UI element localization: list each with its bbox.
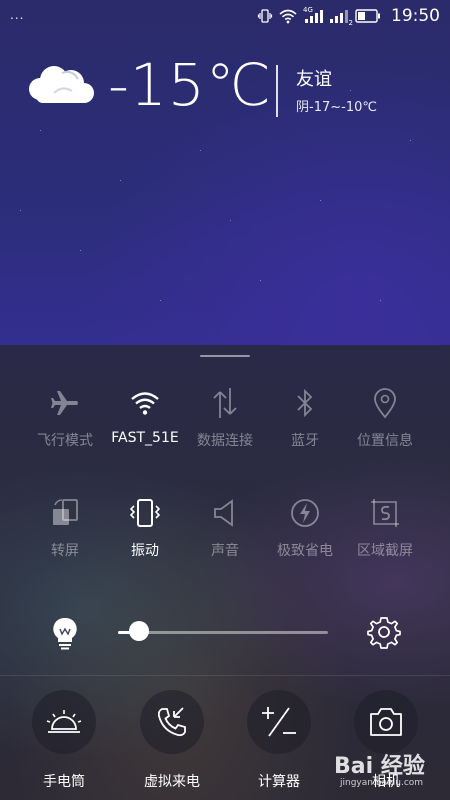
toggle-label: 飞行模式 (37, 433, 93, 449)
shortcut-flashlight[interactable]: 手电筒 (14, 690, 114, 800)
flashlight-icon (32, 690, 96, 754)
airplane-icon (20, 383, 110, 423)
status-bar: ... 4G 2 19:50 (0, 0, 450, 32)
toggle-airplane-mode[interactable]: 飞行模式 (20, 383, 110, 473)
watermark-text: Bai 经验 (334, 754, 425, 779)
shortcut-label: 虚拟来电 (144, 774, 200, 790)
section-divider (0, 675, 450, 676)
vibrate-icon (257, 8, 273, 24)
signal-sim2-icon: 2 (329, 8, 353, 27)
clock: 19:50 (391, 6, 440, 26)
bulb-icon[interactable] (49, 615, 81, 655)
brightness-row (0, 613, 450, 653)
drag-handle[interactable] (200, 355, 250, 357)
location-pin-icon (340, 383, 430, 423)
cloud-icon (24, 63, 96, 111)
fake-call-icon (140, 690, 204, 754)
bluetooth-icon (260, 383, 350, 423)
temperature: -15℃ (108, 51, 272, 119)
toggle-wifi[interactable]: FAST_51E (100, 383, 190, 473)
toggle-label: 位置信息 (357, 433, 413, 449)
shortcut-fake-call[interactable]: 虚拟来电 (122, 690, 222, 800)
toggle-label: 蓝牙 (291, 433, 319, 449)
toggle-power-saving[interactable]: 极致省电 (260, 493, 350, 583)
toggle-rotate-screen[interactable]: 转屏 (20, 493, 110, 583)
toggle-bluetooth[interactable]: 蓝牙 (260, 383, 350, 473)
toggle-label: 转屏 (51, 543, 79, 559)
toggle-label: FAST_51E (111, 430, 179, 446)
menu-dots[interactable]: ... (10, 8, 24, 22)
signal-4g-label: 4G (303, 6, 313, 14)
calculator-icon (247, 690, 311, 754)
toggle-partial-screenshot[interactable]: 区域截屏 (340, 493, 430, 583)
city-name: 友谊 (296, 69, 332, 90)
wifi-icon (279, 8, 297, 24)
toggle-location[interactable]: 位置信息 (340, 383, 430, 473)
toggle-label: 声音 (211, 543, 239, 559)
power-saving-icon (260, 493, 350, 533)
signal-sim2-label: 2 (348, 19, 353, 27)
toggle-vibrate[interactable]: 振动 (100, 493, 190, 583)
data-arrows-icon (180, 383, 270, 423)
toggle-label: 振动 (131, 543, 159, 559)
toggle-sound[interactable]: 声音 (180, 493, 270, 583)
shortcut-calculator[interactable]: 计算器 (229, 690, 329, 800)
gear-icon[interactable] (367, 615, 401, 653)
speaker-icon (180, 493, 270, 533)
vibrate-icon (100, 493, 190, 533)
weather-condition-range: 阴-17~-10℃ (296, 100, 377, 115)
shortcut-label: 计算器 (258, 774, 300, 790)
shortcut-label: 手电筒 (43, 774, 85, 790)
battery-icon (355, 9, 381, 23)
brightness-thumb[interactable] (129, 621, 149, 641)
weather-divider (276, 65, 278, 117)
baidu-watermark: Bai 经验 jingyan.baidu.com (334, 746, 446, 796)
weather-widget[interactable]: -15℃ 友谊 阴-17~-10℃ (0, 51, 450, 125)
wifi-icon (100, 383, 190, 423)
signal-4g-icon: 4G (303, 6, 323, 24)
quick-settings-panel: 飞行模式 FAST_51E 数据连接 蓝牙 位置信息 转屏 振动 声音 极致省电… (0, 345, 450, 800)
toggle-label: 数据连接 (197, 433, 253, 449)
toggle-mobile-data[interactable]: 数据连接 (180, 383, 270, 473)
toggle-label: 极致省电 (277, 543, 333, 559)
partial-screenshot-icon (340, 493, 430, 533)
rotate-screen-icon (20, 493, 110, 533)
toggle-label: 区域截屏 (357, 543, 413, 559)
brightness-slider[interactable] (118, 631, 328, 634)
camera-icon (354, 690, 418, 754)
watermark-url: jingyan.baidu.com (340, 778, 424, 788)
